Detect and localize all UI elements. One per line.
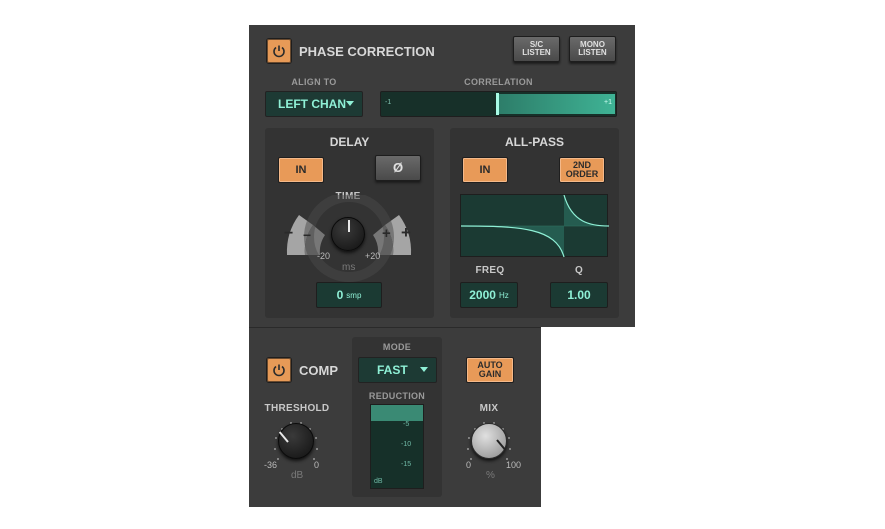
delay-samples-unit: smp <box>346 290 362 300</box>
align-to-dropdown[interactable]: LEFT CHAN <box>265 91 363 117</box>
align-to-label: ALIGN TO <box>291 77 337 87</box>
delay-title: DELAY <box>329 135 370 149</box>
mix-min: 0 <box>466 460 472 470</box>
threshold-max: 0 <box>314 460 320 470</box>
time-minus-small[interactable]: − <box>303 227 311 243</box>
threshold-knob[interactable] <box>278 423 314 459</box>
freq-readout[interactable]: 2000 Hz <box>460 282 518 308</box>
correlation-min: -1 <box>385 99 392 106</box>
time-min-label: -20 <box>317 251 331 261</box>
delay-samples-readout[interactable]: 0 smp <box>316 282 382 308</box>
mono-listen-button[interactable]: MONO LISTEN <box>569 36 616 62</box>
reduction-meter-top <box>371 405 423 421</box>
correlation-indicator <box>496 93 499 115</box>
threshold-min: -36 <box>264 460 278 470</box>
mix-knob[interactable] <box>471 423 507 459</box>
power-icon <box>273 364 285 377</box>
chevron-down-icon <box>346 101 354 106</box>
delay-samples-value: 0 <box>336 288 344 302</box>
freq-label: FREQ <box>475 265 505 276</box>
time-plus-large[interactable]: + <box>401 223 411 243</box>
mix-unit: % <box>486 470 495 481</box>
chevron-down-icon <box>420 367 428 372</box>
comp-title: COMP <box>299 363 338 378</box>
freq-value: 2000 <box>469 288 496 302</box>
correlation-meter: -1 +1 <box>380 91 617 117</box>
mix-max: 100 <box>506 460 522 470</box>
mode-dropdown[interactable]: FAST <box>358 357 437 383</box>
meter-tick-5: -5 <box>403 421 410 428</box>
power-icon <box>273 45 285 58</box>
meter-unit: dB <box>374 478 383 485</box>
q-value: 1.00 <box>567 288 591 302</box>
meter-tick-15: -15 <box>401 461 412 468</box>
correlation-max: +1 <box>604 99 612 106</box>
comp-power-button[interactable] <box>266 357 292 383</box>
time-knob[interactable] <box>331 217 365 251</box>
time-unit-label: ms <box>342 262 356 273</box>
meter-tick-10: -10 <box>401 441 412 448</box>
auto-gain-button[interactable]: AUTO GAIN <box>466 357 514 383</box>
threshold-unit: dB <box>291 470 304 481</box>
allpass-curve <box>461 195 609 258</box>
mode-value: FAST <box>377 363 408 377</box>
allpass-title: ALL-PASS <box>504 135 565 149</box>
align-to-value: LEFT CHAN <box>278 97 346 111</box>
mode-label: MODE <box>382 342 412 352</box>
second-order-button[interactable]: 2ND ORDER <box>559 157 605 183</box>
allpass-display <box>460 194 609 258</box>
q-readout[interactable]: 1.00 <box>550 282 608 308</box>
sc-listen-button[interactable]: S/C LISTEN <box>513 36 560 62</box>
correlation-fill <box>498 94 615 114</box>
correlation-label: CORRELATION <box>464 77 533 87</box>
phase-invert-button[interactable]: Ø <box>375 155 421 181</box>
reduction-meter: -5 -10 -15 dB <box>370 404 424 489</box>
time-max-label: +20 <box>365 251 381 261</box>
delay-in-button[interactable]: IN <box>278 157 324 183</box>
phase-title: PHASE CORRECTION <box>299 44 435 59</box>
time-plus-small[interactable]: + <box>382 225 391 242</box>
allpass-in-button[interactable]: IN <box>462 157 508 183</box>
freq-unit: Hz <box>498 290 509 300</box>
time-minus-large[interactable]: − <box>284 225 293 243</box>
phase-power-button[interactable] <box>266 38 292 64</box>
q-label: Q <box>574 265 584 276</box>
reduction-label: REDUCTION <box>368 391 426 401</box>
